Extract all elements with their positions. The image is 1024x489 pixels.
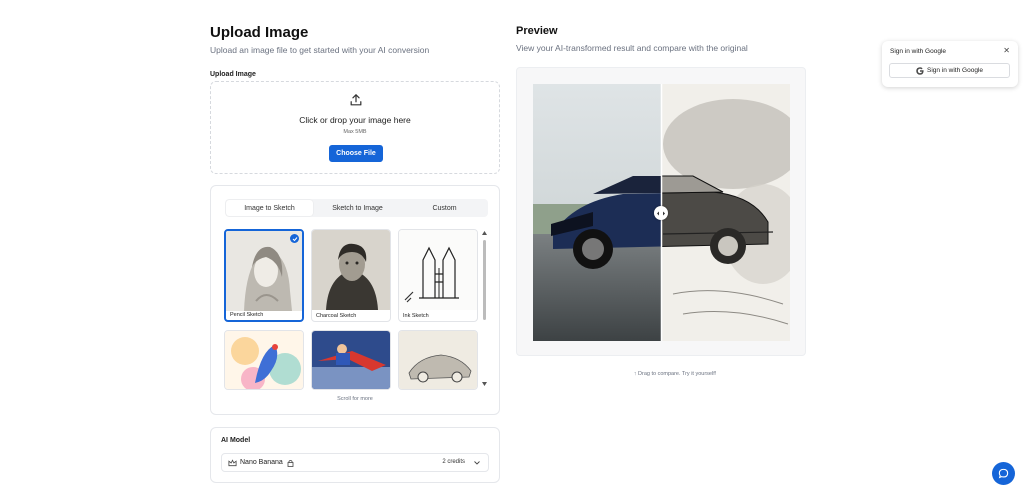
page-subtitle: Upload an image file to get started with…	[210, 45, 430, 55]
drag-hint: ↑ Drag to compare. Try it yourself!	[633, 371, 717, 377]
style-watercolor[interactable]	[224, 330, 304, 390]
chevron-down-icon	[474, 461, 480, 465]
style-label: Ink Sketch	[403, 313, 429, 319]
style-label: Charcoal Sketch	[316, 313, 357, 319]
page-title: Upload Image	[210, 24, 309, 41]
upload-section-label: Upload Image	[210, 71, 256, 78]
tab-sketch-to-image[interactable]: Sketch to Image	[314, 199, 401, 217]
scroll-for-more-text: Scroll for more	[337, 396, 373, 402]
style-pencil-sketch[interactable]: Pencil Sketch	[224, 229, 304, 322]
choose-file-button[interactable]: Choose File	[329, 145, 383, 162]
style-charcoal-sketch[interactable]: Charcoal Sketch	[311, 229, 391, 322]
preview-frame	[516, 67, 806, 356]
preview-subtitle: View your AI-transformed result and comp…	[516, 43, 748, 53]
technical-sketch-thumbnail	[399, 331, 477, 389]
chat-icon	[998, 468, 1009, 479]
compare-handle-icon[interactable]	[654, 206, 668, 220]
scroll-up-icon[interactable]	[482, 230, 487, 236]
google-popup-title: Sign in with Google	[890, 48, 947, 55]
upload-dropzone[interactable]: Click or drop your image here Max 5MB Ch…	[210, 81, 500, 174]
scroll-down-icon[interactable]	[482, 381, 487, 387]
max-size-text: Max 5MB	[343, 129, 367, 135]
chat-button[interactable]	[992, 462, 1015, 485]
comic-thumbnail	[312, 331, 390, 389]
style-label: Pencil Sketch	[230, 312, 264, 318]
upload-icon	[350, 94, 362, 106]
preview-title: Preview	[516, 25, 558, 37]
crown-icon	[228, 459, 237, 467]
ai-model-select[interactable]: Nano Banana 2 credits	[221, 453, 489, 472]
compare-slider[interactable]	[533, 84, 790, 341]
style-tabs: Image to Sketch Sketch to Image Custom	[225, 199, 488, 217]
style-selector-card: Image to Sketch Sketch to Image Custom P…	[210, 185, 500, 415]
charcoal-sketch-thumbnail	[312, 230, 390, 310]
google-button-label: Sign in with Google	[926, 67, 983, 74]
close-icon[interactable]: ✕	[1003, 46, 1010, 55]
model-name: Nano Banana	[240, 459, 283, 466]
model-credits: 2 credits	[442, 459, 465, 465]
pencil-sketch-thumbnail	[226, 231, 302, 311]
style-technical-sketch[interactable]	[398, 330, 478, 390]
ai-model-card: AI Model Nano Banana 2 credits	[210, 427, 500, 483]
scroll-thumb[interactable]	[483, 240, 486, 320]
styles-scrollbar[interactable]	[482, 230, 487, 387]
style-comic[interactable]	[311, 330, 391, 390]
google-signin-popup: Sign in with Google ✕ Sign in with Googl…	[882, 41, 1018, 87]
tab-custom[interactable]: Custom	[401, 199, 488, 217]
ink-sketch-thumbnail	[399, 230, 477, 310]
google-icon	[916, 66, 924, 75]
lock-icon	[287, 460, 294, 467]
selected-check-icon	[290, 234, 299, 243]
tab-image-to-sketch[interactable]: Image to Sketch	[226, 200, 313, 216]
watercolor-thumbnail	[225, 331, 303, 389]
google-signin-button[interactable]: Sign in with Google	[889, 63, 1010, 78]
style-ink-sketch[interactable]: Ink Sketch	[398, 229, 478, 322]
ai-model-title: AI Model	[221, 437, 251, 444]
dropzone-text: Click or drop your image here	[299, 115, 411, 125]
